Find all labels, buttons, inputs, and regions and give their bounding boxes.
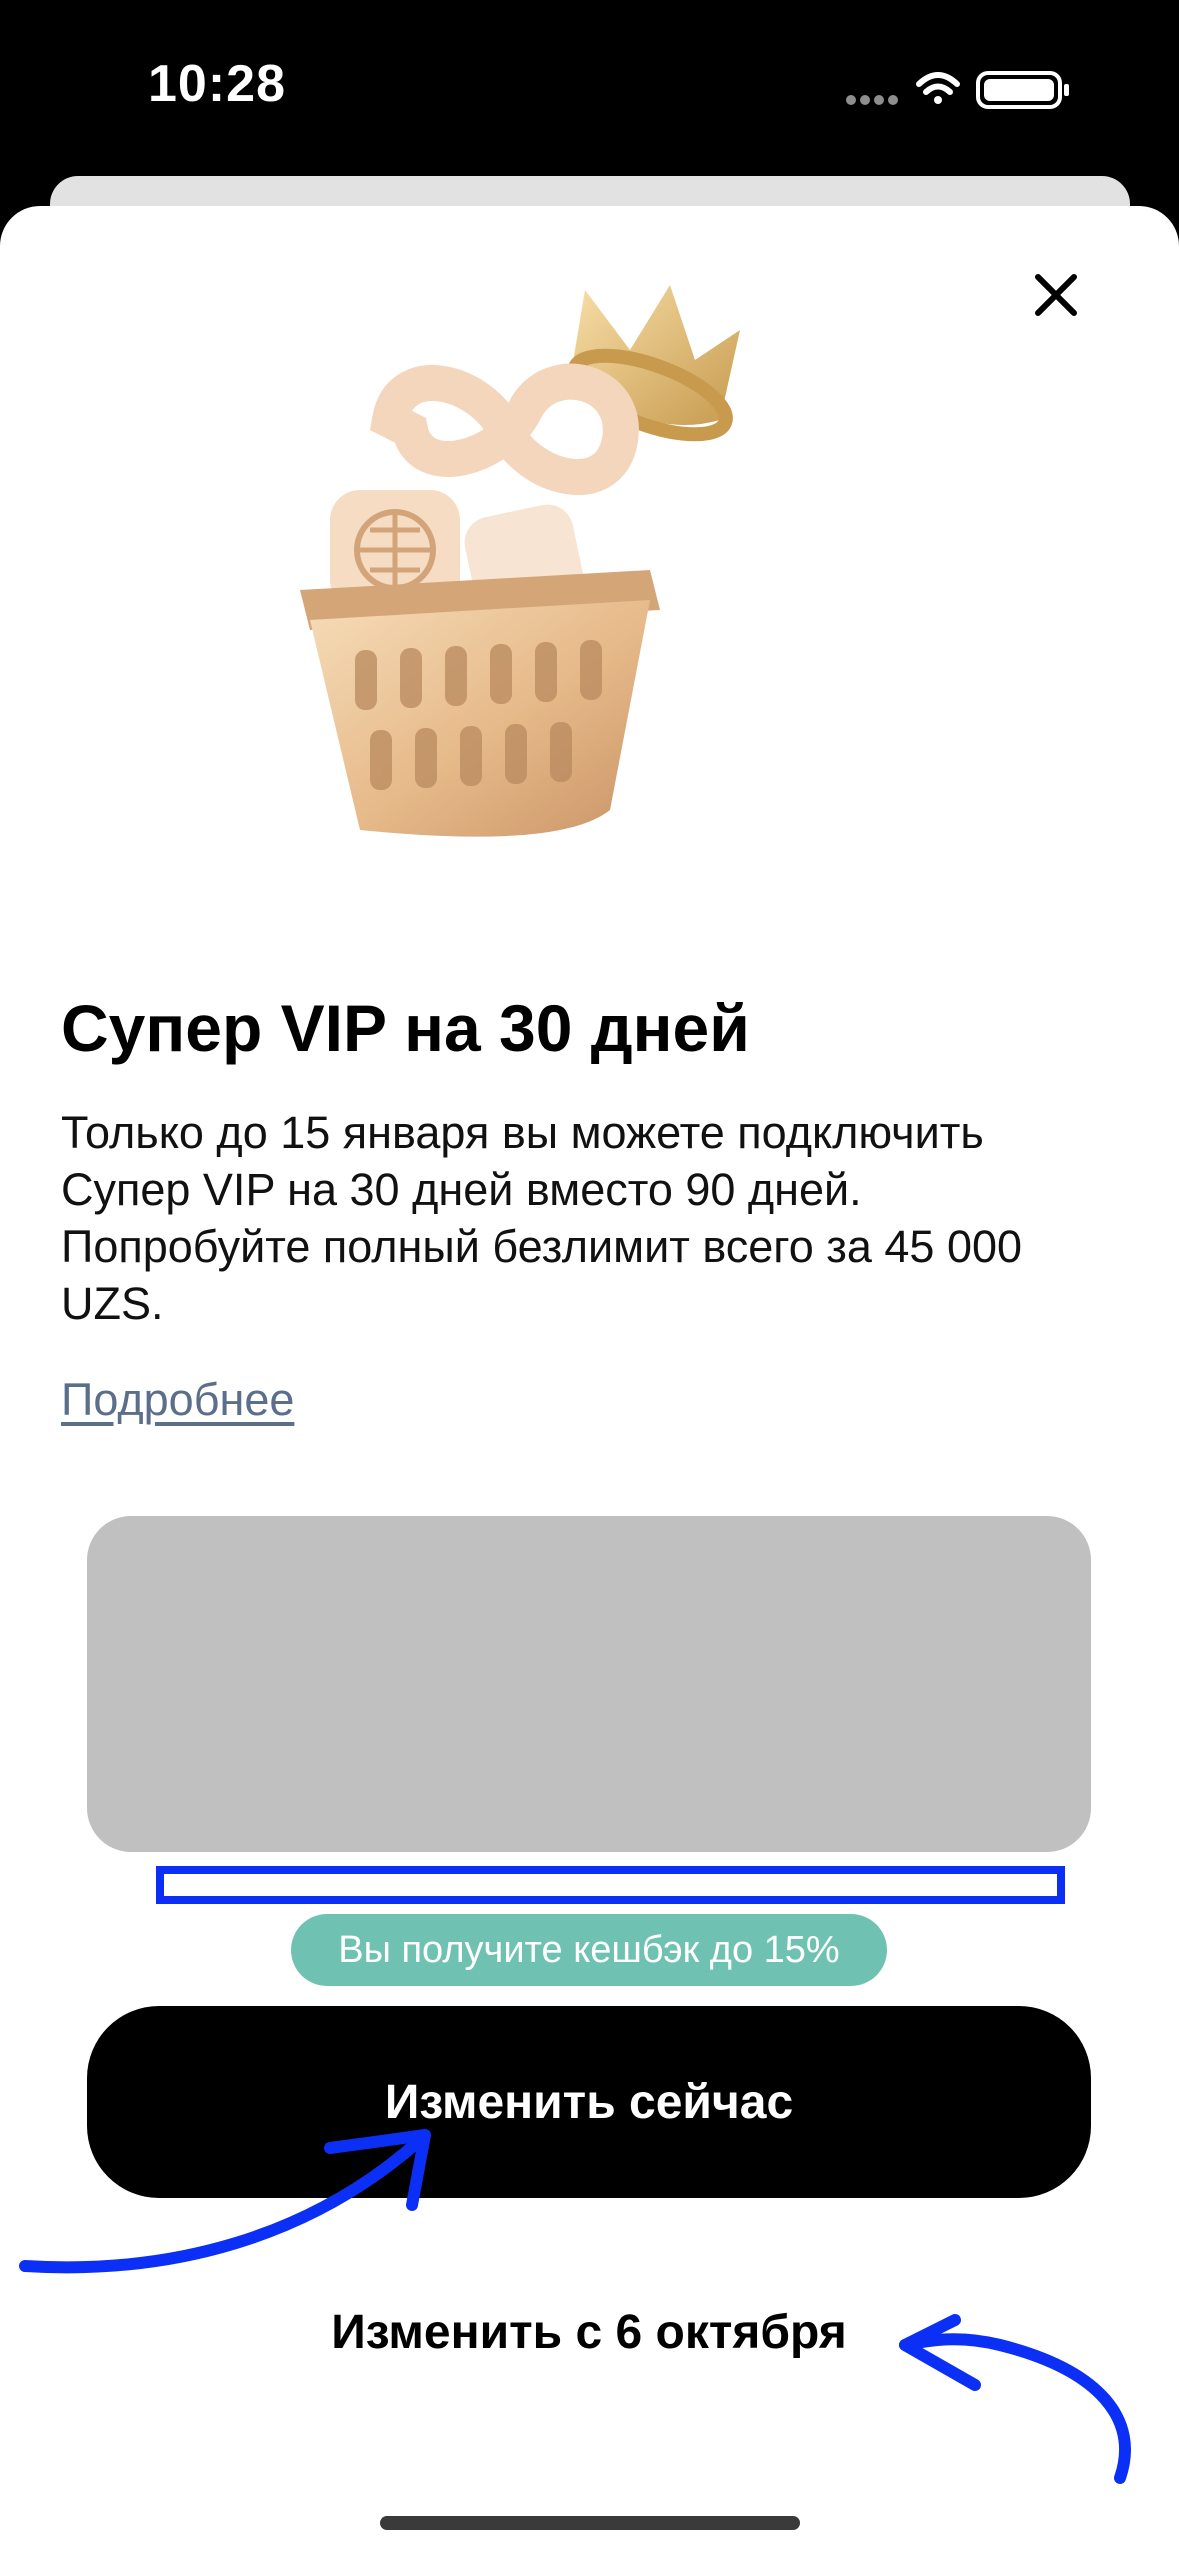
close-icon [1035,274,1077,316]
status-icons [843,64,1083,112]
change-now-button[interactable]: Изменить сейчас [87,2006,1091,2198]
battery-icon [976,71,1069,109]
close-button[interactable] [1023,262,1089,328]
golden-basket-illustration [300,285,740,837]
status-time: 10:28 [148,55,286,113]
infinity-icon [370,363,639,495]
status-bar: 10:28 [0,0,1179,170]
promo-description: Только до 15 января вы можете подключить… [61,1107,1023,1329]
promo-title: Супер VIP на 30 дней [61,991,750,1065]
change-later-button[interactable]: Изменить с 6 октября [187,2296,991,2368]
more-details-link[interactable]: Подробнее [61,1374,294,1426]
basket-icon [300,570,660,837]
wifi-icon [916,72,960,104]
image-placeholder [87,1516,1091,1852]
signal-dots-icon [846,95,898,105]
cashback-badge: Вы получите кешбэк до 15% [291,1914,887,1986]
annotation-highlight-box [156,1866,1065,1904]
home-indicator[interactable] [380,2516,800,2530]
